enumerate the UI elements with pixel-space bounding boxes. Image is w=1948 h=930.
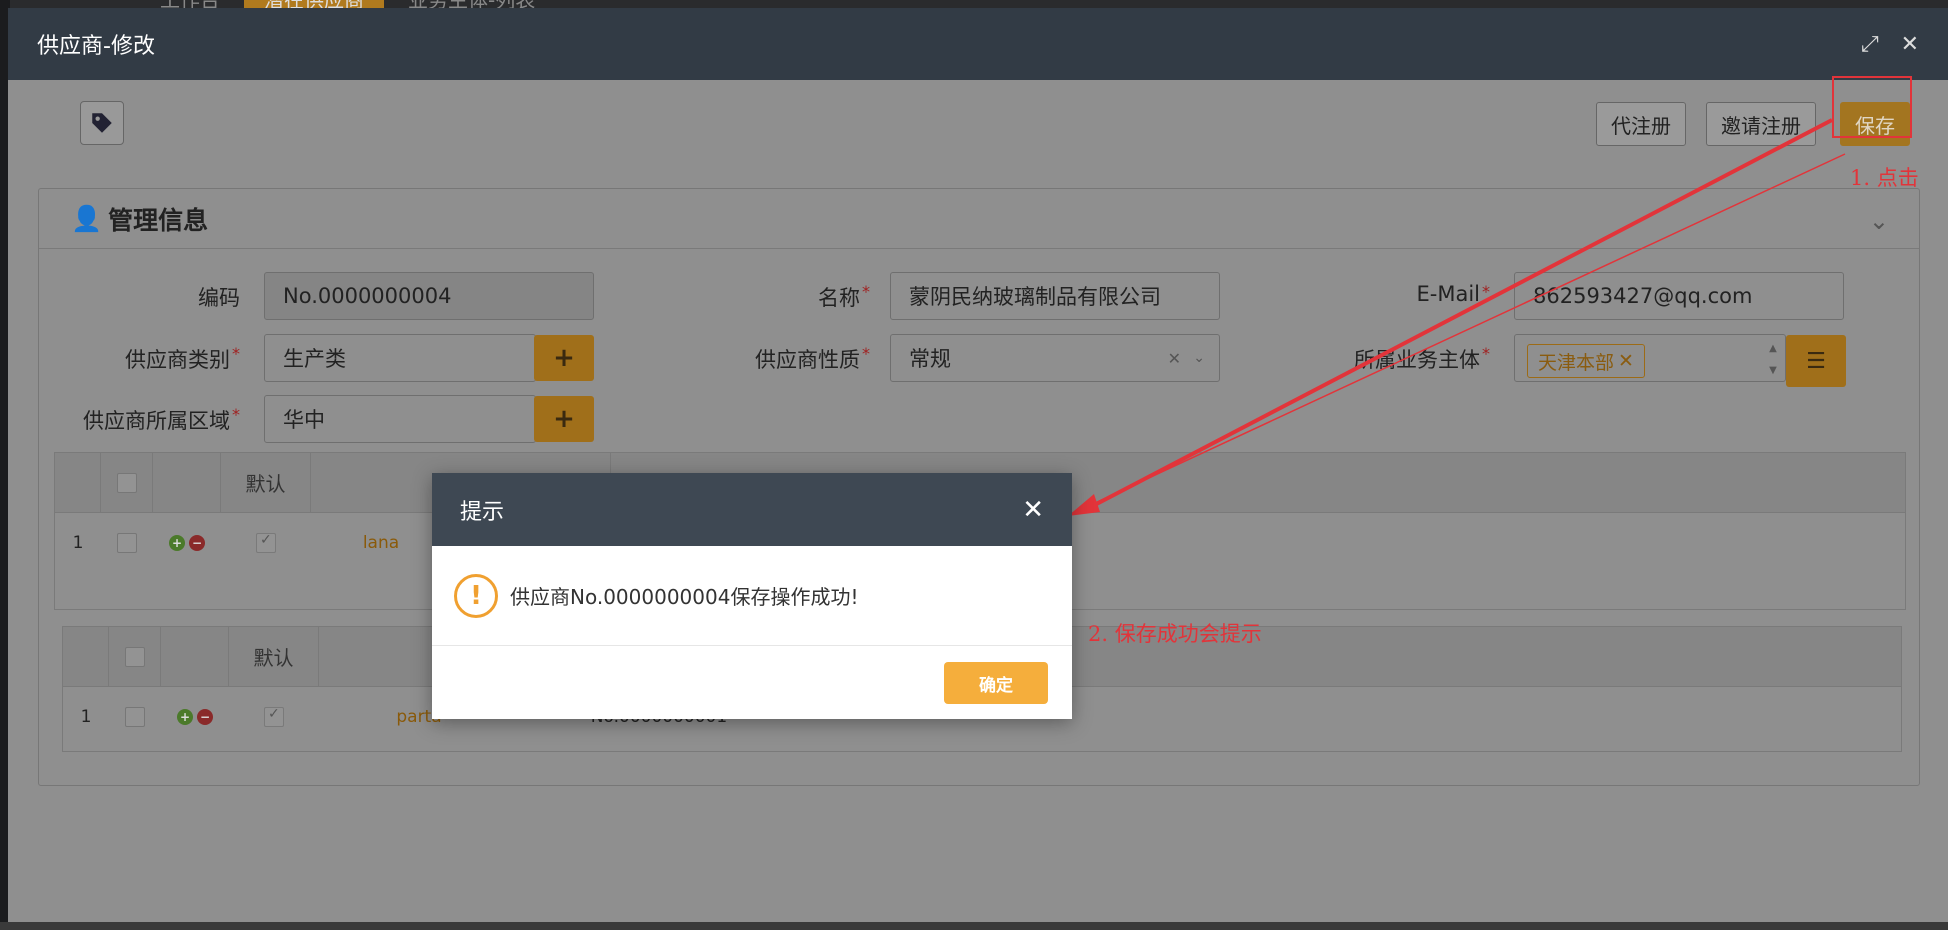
grid-col-index <box>63 627 109 686</box>
row-check <box>109 687 161 747</box>
nature-label: 供应商性质 * <box>755 344 870 372</box>
background-bottom-bar <box>0 922 1948 930</box>
annotation-step1: 1. 点击 <box>1850 166 1919 190</box>
default-checkbox <box>256 532 276 553</box>
row-checkbox[interactable] <box>117 533 137 553</box>
grid-col-actions <box>153 453 221 512</box>
proxy-register-button[interactable]: 代注册 <box>1596 102 1686 146</box>
row-index: 1 <box>72 533 84 553</box>
save-highlight-box <box>1832 76 1912 138</box>
panel-title: 管理信息 <box>108 205 209 235</box>
add-region-button[interactable]: + <box>534 396 594 442</box>
spinner-up-icon[interactable]: ▲ <box>1762 338 1784 360</box>
row-actions: + − <box>153 513 221 573</box>
email-label: E-Mail * <box>1416 282 1490 306</box>
dialog-header: 提示 ✕ <box>432 473 1072 546</box>
row-index: 1 <box>80 707 92 727</box>
email-field[interactable]: 862593427@qq.com <box>1514 272 1844 320</box>
dialog-message: 供应商No.0000000004保存操作成功! <box>510 585 859 609</box>
grid-col-index <box>55 453 101 512</box>
entity-tag-label: 天津本部 <box>1538 351 1615 374</box>
scroll-spinner[interactable]: ▲ ▼ <box>1762 338 1784 384</box>
grid-col-actions <box>161 627 229 686</box>
row-default <box>221 513 311 573</box>
add-row-icon[interactable]: + <box>177 709 193 725</box>
code-label: 编码 <box>198 286 240 310</box>
row-check <box>101 513 153 573</box>
dialog-body: ! 供应商No.0000000004保存操作成功! <box>432 546 1072 646</box>
spinner-down-icon[interactable]: ▼ <box>1762 360 1784 382</box>
panel-header[interactable]: 👤 管理信息 <box>39 189 1919 249</box>
tag-icon <box>92 113 112 133</box>
default-checkbox <box>264 706 284 727</box>
remove-row-icon[interactable]: − <box>189 535 205 551</box>
tag-button[interactable] <box>80 101 124 145</box>
category-label: 供应商类别 * <box>125 344 240 372</box>
remove-row-icon[interactable]: − <box>197 709 213 725</box>
exclamation-icon: ! <box>454 573 498 618</box>
plus-icon: + <box>553 404 575 434</box>
chevron-down-icon[interactable]: ⌄ <box>1869 207 1889 235</box>
row-actions: + − <box>161 687 229 747</box>
add-row-icon[interactable]: + <box>169 535 185 551</box>
code-field: No.0000000004 <box>264 272 594 320</box>
entity-label: 所属业务主体 * <box>1354 344 1490 372</box>
window-title: 供应商-修改 <box>37 34 155 59</box>
ok-button[interactable]: 确定 <box>944 662 1048 704</box>
dialog-title: 提示 <box>460 499 505 525</box>
chevron-down-icon[interactable]: ⌄ <box>1193 350 1205 366</box>
user-icon: 👤 <box>71 203 103 233</box>
name-field[interactable]: 蒙阴民纳玻璃制品有限公司 <box>890 272 1220 320</box>
list-icon: ☰ <box>1806 348 1826 374</box>
category-field[interactable]: 生产类 <box>264 334 536 382</box>
nature-select[interactable]: 常规 ✕ ⌄ <box>890 334 1220 382</box>
entity-tag[interactable]: 天津本部 ✕ <box>1527 344 1645 378</box>
add-category-button[interactable]: + <box>534 335 594 381</box>
entity-list-button[interactable]: ☰ <box>1786 335 1846 387</box>
grid-col-check <box>109 627 161 686</box>
annotation-step2: 2. 保存成功会提示 <box>1088 622 1262 646</box>
grid-col-check <box>101 453 153 512</box>
region-label: 供应商所属区域 * <box>83 405 240 433</box>
dialog-footer: 确定 <box>432 646 1072 718</box>
region-field[interactable]: 华中 <box>264 395 536 443</box>
grid-col-default: 默认 <box>221 453 311 512</box>
row-name-link[interactable]: lana <box>311 513 451 573</box>
invite-register-button[interactable]: 邀请注册 <box>1706 102 1816 146</box>
plus-icon: + <box>553 343 575 373</box>
name-label: 名称 * <box>818 282 870 310</box>
select-all-checkbox[interactable] <box>116 472 137 493</box>
grid-col-default: 默认 <box>229 627 319 686</box>
row-checkbox[interactable] <box>125 707 145 727</box>
maximize-icon[interactable]: ⤢ <box>1861 32 1879 57</box>
nature-value: 常规 <box>909 347 951 371</box>
success-dialog: 提示 ✕ ! 供应商No.0000000004保存操作成功! 确定 <box>432 473 1072 719</box>
window-header: 供应商-修改 ⤢ ✕ <box>8 8 1948 80</box>
close-icon[interactable]: ✕ <box>1022 495 1044 525</box>
clear-icon[interactable]: ✕ <box>1168 349 1181 368</box>
toolbar: 代注册 邀请注册 保存 <box>8 80 1948 170</box>
remove-tag-icon[interactable]: ✕ <box>1618 350 1634 372</box>
select-all-checkbox[interactable] <box>124 646 145 667</box>
close-icon[interactable]: ✕ <box>1901 32 1919 57</box>
row-default <box>229 687 319 747</box>
